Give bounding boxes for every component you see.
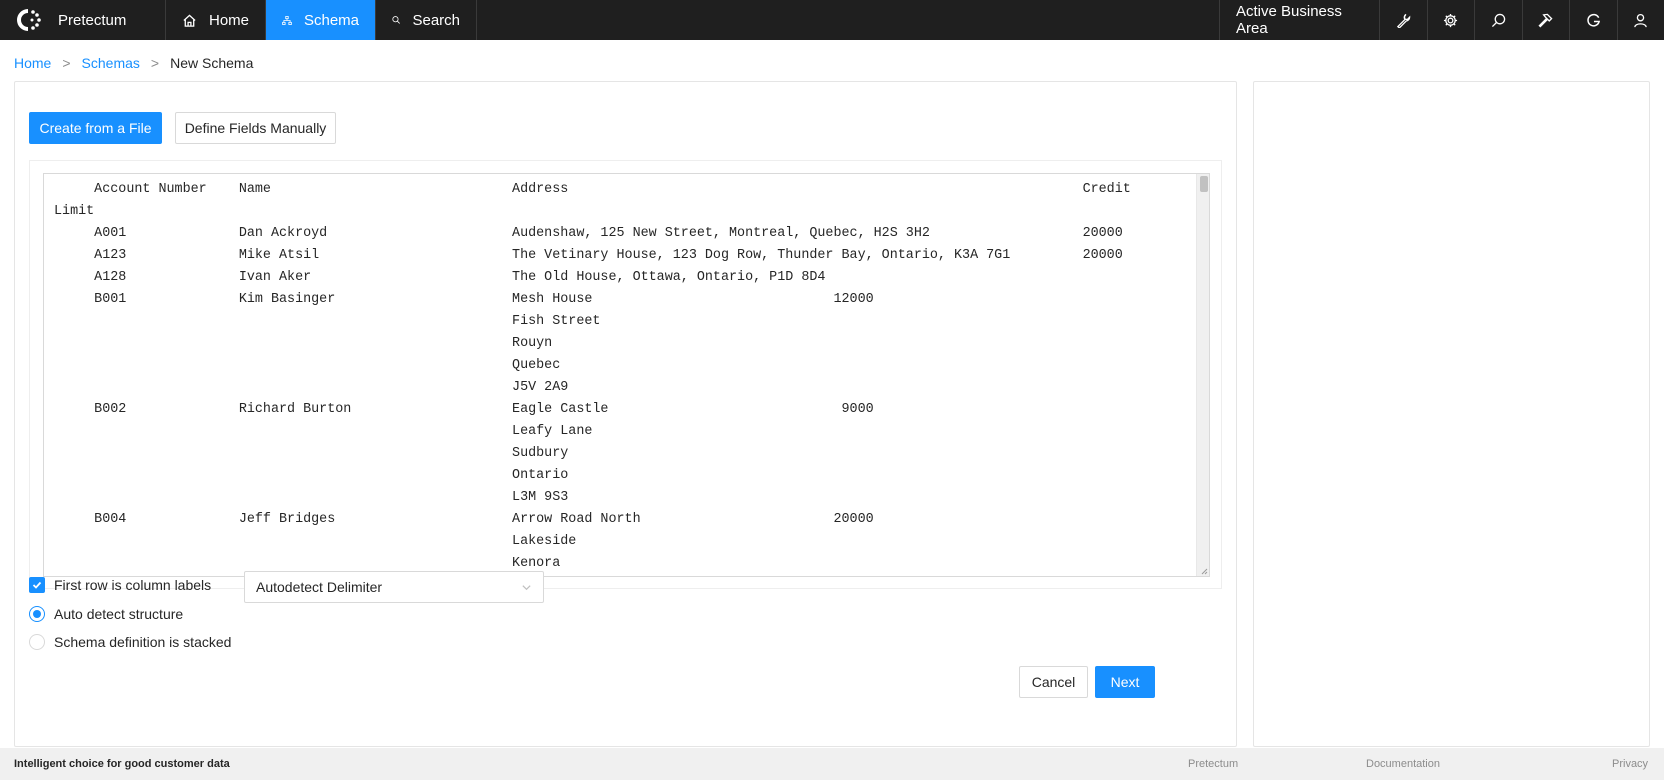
user-icon — [1634, 13, 1648, 27]
breadcrumb-separator: > — [150, 55, 160, 71]
nav-search[interactable]: Search — [376, 0, 477, 40]
first-row-labels-label: First row is column labels — [54, 577, 212, 593]
pretectum-logo-icon — [17, 9, 41, 31]
breadcrumb: Home > Schemas > New Schema — [14, 55, 253, 71]
hammer-icon — [1538, 13, 1553, 28]
chevron-down-icon — [522, 585, 531, 591]
zoom-icon — [1491, 13, 1505, 27]
active-business-area[interactable]: Active Business Area — [1219, 0, 1379, 40]
breadcrumb-current: New Schema — [170, 55, 254, 71]
nav-home-label: Home — [208, 11, 249, 29]
nav-home[interactable]: Home — [166, 0, 266, 40]
footer-link-privacy[interactable]: Privacy — [1612, 758, 1648, 770]
nav-search-label: Search — [412, 11, 460, 29]
file-preview-panel: Account Number Name Address Credit Limit… — [29, 160, 1222, 589]
auto-detect-structure-label: Auto detect structure — [54, 606, 184, 622]
delimiter-select-value: Autodetect Delimiter — [256, 579, 383, 595]
footer-tagline: Intelligent choice for good customer dat… — [14, 758, 230, 770]
google-icon — [1587, 13, 1600, 27]
delimiter-select[interactable]: Autodetect Delimiter — [244, 571, 544, 603]
nav-schema-label: Schema — [303, 11, 359, 29]
breadcrumb-schemas[interactable]: Schemas — [82, 55, 140, 71]
top-nav: Pretectum Home Schema Search Active Busi… — [0, 0, 1664, 40]
footer-link-documentation[interactable]: Documentation — [1366, 758, 1440, 770]
search-icon — [392, 16, 400, 24]
wrench-icon — [1396, 13, 1411, 28]
file-preview-content: Account Number Name Address Credit Limit… — [54, 182, 1131, 571]
file-preview-textarea[interactable]: Account Number Name Address Credit Limit… — [43, 173, 1210, 577]
schema-stacked-label: Schema definition is stacked — [54, 634, 232, 650]
next-button[interactable]: Next — [1095, 666, 1155, 698]
gear-icon — [1444, 13, 1458, 27]
google-button[interactable] — [1569, 0, 1617, 40]
auto-detect-structure-option[interactable]: Auto detect structure — [29, 606, 183, 622]
brand-name: Pretectum — [58, 11, 127, 29]
schema-stacked-option[interactable]: Schema definition is stacked — [29, 634, 231, 650]
new-schema-card: Create from a File Define Fields Manuall… — [14, 81, 1237, 747]
schema-tree-icon — [282, 15, 292, 25]
first-row-labels-option[interactable]: First row is column labels — [29, 577, 211, 593]
settings-button[interactable] — [1426, 0, 1475, 40]
resize-handle-icon[interactable] — [1200, 567, 1208, 575]
side-panel — [1253, 81, 1650, 747]
footer-link-pretectum[interactable]: Pretectum — [1188, 758, 1238, 770]
define-fields-manually-button[interactable]: Define Fields Manually — [175, 112, 336, 144]
preview-scrollbar[interactable] — [1196, 174, 1209, 576]
breadcrumb-home[interactable]: Home — [14, 55, 51, 71]
nav-schema[interactable]: Schema — [266, 0, 376, 40]
schema-stacked-radio[interactable] — [29, 634, 45, 650]
first-row-labels-checkbox[interactable] — [29, 577, 45, 593]
check-icon — [32, 581, 42, 589]
footer: Intelligent choice for good customer dat… — [0, 748, 1664, 780]
create-from-file-button[interactable]: Create from a File — [29, 112, 162, 144]
hammer-button[interactable] — [1521, 0, 1570, 40]
breadcrumb-separator: > — [62, 55, 71, 71]
preview-scrollbar-thumb[interactable] — [1200, 176, 1208, 192]
home-icon — [183, 13, 196, 27]
zoom-button[interactable] — [1474, 0, 1522, 40]
auto-detect-structure-radio[interactable] — [29, 606, 45, 622]
tool-button[interactable] — [1379, 0, 1427, 40]
cancel-button[interactable]: Cancel — [1019, 666, 1088, 698]
brand[interactable]: Pretectum — [0, 0, 166, 40]
user-button[interactable] — [1616, 0, 1664, 40]
